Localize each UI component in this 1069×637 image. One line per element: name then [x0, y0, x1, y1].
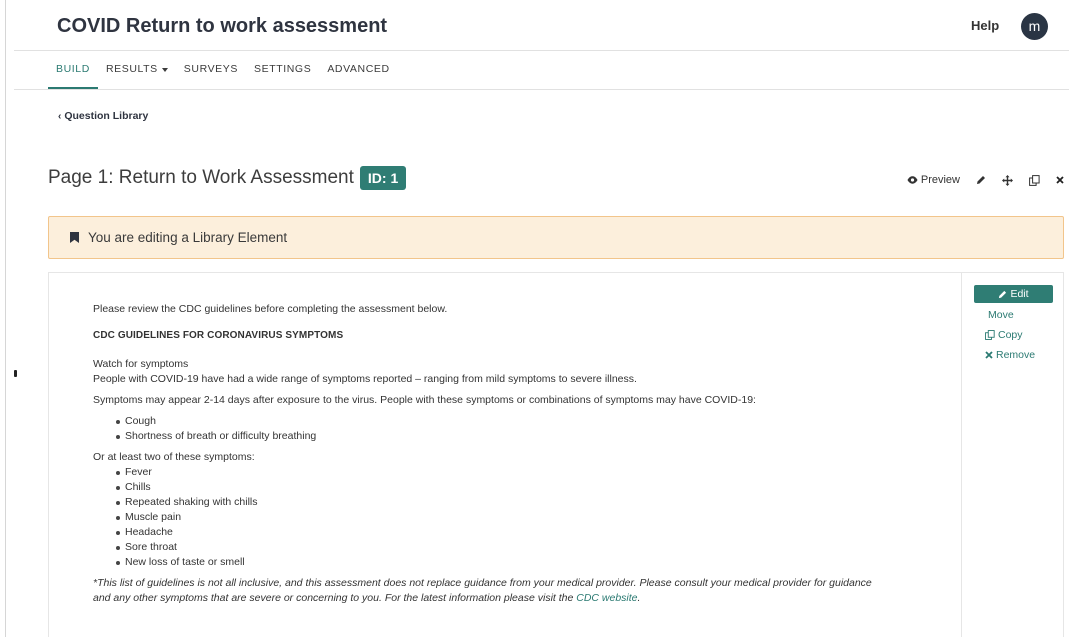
secondary-symptoms-list: Fever Chills Repeated shaking with chill…: [93, 465, 923, 570]
move-page-button[interactable]: [1002, 174, 1013, 186]
nav-divider: [14, 89, 1069, 90]
or-two-text: Or at least two of these symptoms:: [93, 451, 255, 463]
left-edge-handle[interactable]: [14, 370, 17, 377]
disclaimer-line-1: *This list of guidelines is not all incl…: [93, 577, 872, 589]
appear-text: Symptoms may appear 2-14 days after expo…: [93, 394, 756, 406]
copy-icon: [985, 330, 995, 340]
tab-settings-label: SETTINGS: [254, 63, 312, 75]
list-item: Fever: [116, 465, 923, 480]
library-element-notice: You are editing a Library Element: [48, 216, 1064, 259]
list-item: Cough: [116, 414, 923, 429]
app-title: COVID Return to work assessment: [57, 15, 388, 37]
chevron-left-icon: ‹: [58, 110, 62, 122]
guidelines-heading: CDC GUIDELINES FOR CORONAVIRUS SYMPTOMS: [93, 330, 344, 341]
pencil-icon: [977, 176, 985, 184]
tab-surveys[interactable]: SURVEYS: [176, 51, 246, 89]
user-avatar[interactable]: m: [1021, 13, 1048, 40]
library-element-panel: Please review the CDC guidelines before …: [48, 272, 1064, 637]
help-link[interactable]: Help: [971, 18, 999, 33]
page-toolbar: Preview: [891, 174, 1064, 186]
back-link-label: Question Library: [64, 110, 149, 122]
actions-divider: [961, 273, 962, 637]
edit-label: Edit: [1010, 288, 1029, 300]
disclaimer-end: .: [637, 592, 641, 604]
watch-text: Watch for symptoms: [93, 358, 189, 370]
eye-icon: [907, 176, 918, 184]
remove-label: Remove: [996, 349, 1036, 361]
list-item: Repeated shaking with chills: [116, 495, 923, 510]
cdc-website-link[interactable]: CDC website: [576, 592, 637, 604]
tab-surveys-label: SURVEYS: [183, 63, 238, 75]
range-text: People with COVID-19 have had a wide ran…: [93, 373, 637, 385]
list-item: Headache: [116, 525, 923, 540]
copy-label: Copy: [998, 329, 1023, 341]
left-divider: [5, 0, 6, 637]
tab-build[interactable]: BUILD: [48, 51, 98, 89]
tab-results-label: RESULTS: [105, 63, 158, 75]
tab-build-label: BUILD: [56, 63, 90, 75]
main-nav: BUILD RESULTS SURVEYS SETTINGS ADVANCED: [48, 51, 398, 89]
list-item: Chills: [116, 480, 923, 495]
tab-advanced-label: ADVANCED: [327, 63, 390, 75]
question-library-back-link[interactable]: ‹ Question Library: [58, 110, 148, 122]
move-element-button[interactable]: Move: [974, 307, 1053, 323]
preview-label: Preview: [920, 174, 960, 186]
preview-button[interactable]: Preview: [907, 174, 960, 186]
move-icon: [1002, 174, 1013, 186]
caret-down-icon: [161, 68, 168, 72]
library-notice-text: You are editing a Library Element: [88, 230, 288, 245]
remove-element-button[interactable]: Remove: [974, 347, 1053, 363]
list-item: New loss of taste or smell: [116, 555, 923, 570]
delete-page-button[interactable]: [1056, 176, 1064, 184]
app-page: COVID Return to work assessment Help m B…: [0, 0, 1069, 637]
page-heading: Page 1: Return to Work Assessment ID: 1: [48, 166, 407, 190]
bookmark-icon: [70, 232, 79, 243]
move-label: Move: [988, 309, 1014, 321]
element-content: Please review the CDC guidelines before …: [93, 302, 923, 606]
tab-settings[interactable]: SETTINGS: [246, 51, 319, 89]
close-icon: [985, 351, 993, 359]
edit-element-button[interactable]: Edit: [974, 285, 1053, 303]
copy-element-button[interactable]: Copy: [974, 327, 1053, 343]
element-actions: Edit Move Copy Remove: [974, 285, 1053, 363]
copy-icon: [1029, 174, 1040, 186]
list-item: Sore throat: [116, 540, 923, 555]
tab-results[interactable]: RESULTS: [98, 51, 176, 89]
page-title: Page 1: Return to Work Assessment: [48, 167, 354, 188]
tab-advanced[interactable]: ADVANCED: [319, 51, 397, 89]
intro-text: Please review the CDC guidelines before …: [93, 303, 448, 315]
edit-page-button[interactable]: [976, 175, 986, 185]
primary-symptoms-list: Cough Shortness of breath or difficulty …: [93, 414, 923, 444]
pencil-icon: [999, 290, 1007, 298]
close-icon: [1056, 176, 1064, 184]
disclaimer-line-2: and any other symptoms that are severe o…: [93, 591, 923, 606]
disclaimer-line-2-text: and any other symptoms that are severe o…: [93, 592, 577, 604]
copy-page-button[interactable]: [1029, 174, 1040, 186]
list-item: Shortness of breath or difficulty breath…: [116, 429, 923, 444]
list-item: Muscle pain: [116, 510, 923, 525]
page-id-badge: ID: 1: [359, 166, 407, 190]
